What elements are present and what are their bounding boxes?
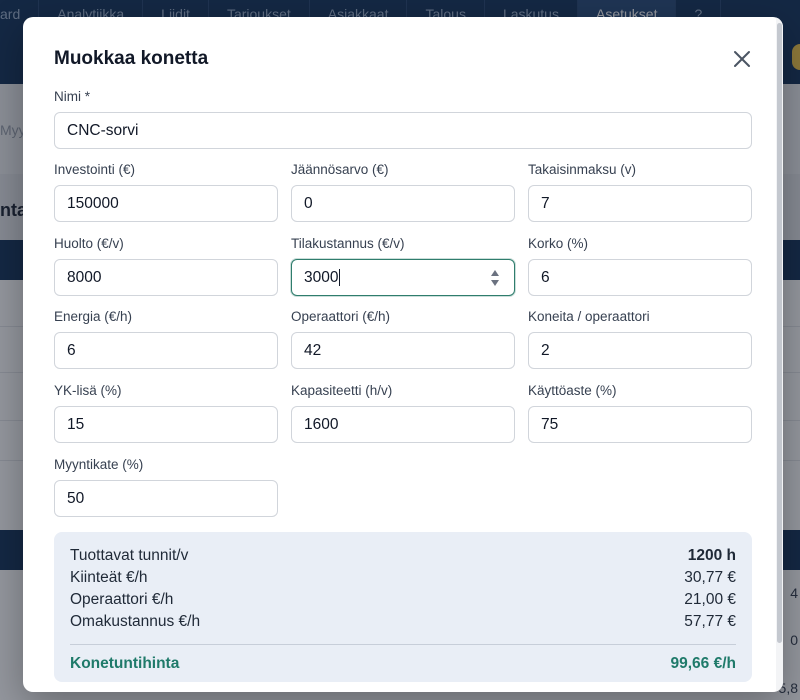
machines-per-operator-label: Koneita / operaattori [528,309,650,324]
space-cost-value: 3000 [304,268,339,286]
residual-input[interactable]: 0 [291,185,515,222]
name-value: CNC-sorvi [67,121,139,139]
energy-field: Energia (€/h) 6 [54,309,278,369]
summary-row-hourly-price: Konetuntihinta 99,66 €/h [70,655,736,673]
maintenance-value: 8000 [67,268,102,286]
hourly-price-value: 99,66 €/h [670,655,737,672]
name-input[interactable]: CNC-sorvi [54,112,752,149]
summary-row-productive-hours: Tuottavat tunnit/v 1200 h [70,547,736,569]
name-label: Nimi * [54,89,90,104]
utilization-field: Käyttöaste (%) 75 [528,383,752,443]
summary-row-own-cost: Omakustannus €/h 57,77 € [70,613,736,635]
space-cost-field: Tilakustannus (€/v) 3000 [291,236,515,296]
summary-label: Operaattori €/h [70,591,174,608]
name-field: Nimi * CNC-sorvi [54,89,752,149]
maintenance-label: Huolto (€/v) [54,236,124,251]
text-caret [339,269,341,286]
operator-input[interactable]: 42 [291,332,515,369]
residual-label: Jäännösarvo (€) [291,162,389,177]
residual-value: 0 [304,194,313,212]
overhead-input[interactable]: 15 [54,406,278,443]
investment-input[interactable]: 150000 [54,185,278,222]
edit-machine-dialog: Muokkaa konetta Nimi * CNC-sorvi Investo… [23,17,783,692]
capacity-field: Kapasiteetti (h/v) 1600 [291,383,515,443]
summary-label: Tuottavat tunnit/v [70,547,189,564]
sales-margin-label: Myyntikate (%) [54,457,144,472]
dialog-title: Muokkaa konetta [54,48,209,69]
payback-value: 7 [541,194,550,212]
close-button[interactable] [729,46,755,72]
summary-row-operator: Operaattori €/h 21,00 € [70,591,736,613]
summary-value: 21,00 € [684,591,736,608]
cost-summary: Tuottavat tunnit/v 1200 h Kiinteät €/h 3… [54,532,752,682]
interest-field: Korko (%) 6 [528,236,752,296]
investment-value: 150000 [67,194,119,212]
utilization-input[interactable]: 75 [528,406,752,443]
summary-divider [70,644,736,645]
hourly-price-label: Konetuntihinta [70,655,180,672]
operator-field: Operaattori (€/h) 42 [291,309,515,369]
overhead-value: 15 [67,415,85,433]
energy-value: 6 [67,341,76,359]
maintenance-field: Huolto (€/v) 8000 [54,236,278,296]
interest-label: Korko (%) [528,236,589,251]
summary-value: 1200 h [687,547,736,564]
sales-margin-field: Myyntikate (%) 50 [54,457,278,517]
close-icon [734,51,750,67]
dialog-scrollbar-thumb[interactable] [777,23,782,643]
capacity-value: 1600 [304,415,339,433]
payback-label: Takaisinmaksu (v) [528,162,637,177]
sales-margin-input[interactable]: 50 [54,480,278,517]
sales-margin-value: 50 [67,489,85,507]
number-spinner-icon[interactable] [490,269,500,287]
payback-input[interactable]: 7 [528,185,752,222]
investment-label: Investointi (€) [54,162,136,177]
payback-field: Takaisinmaksu (v) 7 [528,162,752,222]
summary-label: Omakustannus €/h [70,613,201,630]
energy-input[interactable]: 6 [54,332,278,369]
summary-value: 30,77 € [684,569,736,586]
summary-label: Kiinteät €/h [70,569,148,586]
summary-row-fixed: Kiinteät €/h 30,77 € [70,569,736,591]
capacity-label: Kapasiteetti (h/v) [291,383,393,398]
interest-input[interactable]: 6 [528,259,752,296]
summary-value: 57,77 € [684,613,736,630]
capacity-input[interactable]: 1600 [291,406,515,443]
energy-label: Energia (€/h) [54,309,133,324]
utilization-value: 75 [541,415,559,433]
utilization-label: Käyttöaste (%) [528,383,617,398]
operator-value: 42 [304,341,322,359]
space-cost-label: Tilakustannus (€/v) [291,236,405,251]
machines-per-operator-value: 2 [541,341,550,359]
overhead-label: YK-lisä (%) [54,383,122,398]
operator-label: Operaattori (€/h) [291,309,391,324]
machines-per-operator-field: Koneita / operaattori 2 [528,309,752,369]
residual-field: Jäännösarvo (€) 0 [291,162,515,222]
investment-field: Investointi (€) 150000 [54,162,278,222]
overhead-field: YK-lisä (%) 15 [54,383,278,443]
dialog-scrollbar[interactable] [776,17,783,692]
machines-per-operator-input[interactable]: 2 [528,332,752,369]
maintenance-input[interactable]: 8000 [54,259,278,296]
space-cost-input[interactable]: 3000 [291,259,515,296]
interest-value: 6 [541,268,550,286]
